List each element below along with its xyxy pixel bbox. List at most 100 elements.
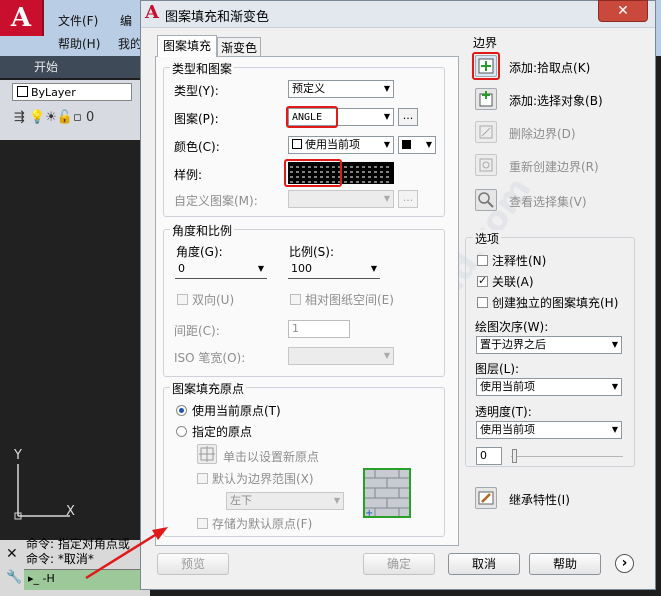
- scale-combo[interactable]: 100 ▼: [288, 261, 380, 279]
- tab-gradient[interactable]: 渐变色: [217, 37, 261, 57]
- select-objects-icon: [479, 91, 493, 107]
- bg-color-combo[interactable]: ▼: [398, 136, 436, 154]
- use-current-origin-label: 使用当前原点(T): [192, 404, 281, 418]
- store-default-checkbox[interactable]: [197, 518, 208, 529]
- dialog-title: 图案填充和渐变色: [165, 10, 270, 25]
- pick-points-highlight: [472, 52, 500, 80]
- use-current-origin-radio[interactable]: [176, 405, 187, 416]
- angle-label: 角度(G):: [176, 245, 223, 259]
- inherit-properties-label: 继承特性(I): [509, 493, 570, 507]
- extent-combo[interactable]: 左下 ▼: [226, 492, 344, 510]
- menu-other[interactable]: 我的: [118, 35, 142, 52]
- brick-preview-icon: +: [363, 468, 411, 518]
- command-history-line: 命令: *取消*: [26, 552, 94, 566]
- pick-points-label: 添加:拾取点(K): [509, 61, 591, 75]
- options-title: 选项: [473, 230, 502, 247]
- remove-boundary-label: 删除边界(D): [509, 127, 576, 141]
- brush-icon: [478, 491, 494, 505]
- menu-file[interactable]: 文件(F): [58, 12, 98, 29]
- chevron-down-icon: ▼: [333, 496, 340, 505]
- pattern-browse-button[interactable]: ...: [398, 108, 418, 126]
- pattern-highlight: [286, 106, 338, 128]
- swatch-label: 样例:: [174, 168, 203, 182]
- default-extent-checkbox[interactable]: [197, 473, 208, 484]
- annotative-label: 注释性(N): [492, 254, 547, 268]
- draw-order-label: 绘图次序(W):: [475, 320, 549, 334]
- draw-order-value: 置于边界之后: [480, 338, 546, 351]
- select-objects-label: 添加:选择对象(B): [509, 94, 603, 108]
- ucs-x-label: X: [66, 504, 75, 519]
- cancel-button[interactable]: 取消: [448, 553, 520, 575]
- type-label: 类型(Y):: [174, 84, 219, 98]
- color-swatch-icon: [292, 139, 302, 149]
- menu-help[interactable]: 帮助(H): [58, 35, 100, 52]
- spacing-label: 间距(C):: [174, 324, 220, 338]
- layer-state-icons[interactable]: ⇶ 💡☀🔓▫ 0: [14, 110, 94, 125]
- custom-pattern-combo[interactable]: ▼: [288, 190, 394, 208]
- chevron-down-icon: ▼: [383, 194, 390, 203]
- transparency-value: 使用当前项: [480, 423, 535, 436]
- layer-combo[interactable]: 使用当前项 ▼: [476, 378, 622, 396]
- angle-combo[interactable]: 0 ▼: [175, 261, 267, 279]
- layer-label: 图层(L):: [475, 362, 520, 376]
- magnifier-icon: [478, 192, 494, 208]
- recreate-boundary-icon: [479, 158, 493, 172]
- color-combo[interactable]: 使用当前项 ▼: [288, 136, 394, 154]
- menu-edit[interactable]: 编: [120, 12, 132, 29]
- spacing-value: 1: [292, 322, 299, 335]
- black-swatch-icon: [402, 140, 411, 149]
- spacing-input[interactable]: 1: [288, 320, 350, 338]
- chevron-down-icon: ▼: [611, 425, 618, 434]
- iso-pen-combo[interactable]: ▼: [288, 347, 394, 365]
- specified-origin-radio[interactable]: [176, 426, 187, 437]
- iso-pen-label: ISO 笔宽(O):: [174, 351, 246, 365]
- prompt-icon: ▸_: [28, 572, 40, 585]
- group-title: 角度和比例: [170, 222, 235, 239]
- independent-hatch-checkbox[interactable]: [477, 297, 488, 308]
- transparency-number[interactable]: 0: [476, 447, 502, 465]
- relative-paper-label: 相对图纸空间(E): [305, 293, 394, 307]
- draw-order-combo[interactable]: 置于边界之后 ▼: [476, 336, 622, 354]
- close-icon[interactable]: ✕: [6, 546, 18, 562]
- recreate-boundary-button[interactable]: [475, 154, 497, 176]
- associative-checkbox[interactable]: [477, 274, 488, 287]
- view-selection-label: 查看选择集(V): [509, 195, 587, 209]
- autocad-logo-icon: A: [145, 2, 159, 23]
- double-label: 双向(U): [192, 293, 235, 307]
- wrench-icon[interactable]: 🔧: [6, 570, 22, 585]
- view-selection-button[interactable]: [475, 189, 497, 211]
- specified-origin-label: 指定的原点: [192, 425, 253, 439]
- transparency-slider-track[interactable]: [511, 456, 623, 457]
- type-combo[interactable]: 预定义 ▼: [288, 80, 394, 98]
- click-set-origin-label: 单击以设置新原点: [223, 450, 320, 464]
- select-objects-button[interactable]: [475, 88, 497, 110]
- autocad-logo[interactable]: A: [0, 0, 44, 36]
- close-button[interactable]: ✕: [598, 0, 648, 22]
- chevron-down-icon: ▼: [425, 140, 432, 149]
- custom-pattern-label: 自定义图案(M):: [174, 194, 258, 208]
- help-button[interactable]: 帮助: [529, 553, 601, 575]
- linetype-combo[interactable]: ByLayer: [12, 83, 132, 101]
- independent-hatch-label: 创建独立的图案填充(H): [492, 296, 619, 310]
- relative-paper-checkbox[interactable]: [290, 294, 301, 305]
- transparency-combo[interactable]: 使用当前项 ▼: [476, 421, 622, 439]
- double-checkbox[interactable]: [177, 294, 188, 305]
- set-origin-button[interactable]: [197, 444, 217, 464]
- chevron-down-icon: ▼: [383, 84, 390, 93]
- color-box-icon: [17, 86, 28, 97]
- chevron-down-icon: ▼: [611, 340, 618, 349]
- ok-button[interactable]: 确定: [363, 553, 435, 575]
- preview-button[interactable]: 预览: [157, 553, 229, 575]
- store-default-label: 存储为默认原点(F): [212, 517, 313, 531]
- ucs-icon: [14, 464, 70, 520]
- tab-start[interactable]: 开始: [34, 58, 58, 75]
- transparency-slider-thumb[interactable]: [512, 449, 517, 463]
- remove-boundary-button[interactable]: [475, 121, 497, 143]
- custom-browse-button[interactable]: ...: [398, 190, 418, 208]
- inherit-properties-button[interactable]: [475, 487, 497, 509]
- tab-hatch[interactable]: 图案填充: [157, 35, 217, 57]
- remove-boundary-icon: [479, 125, 493, 139]
- annotative-checkbox[interactable]: [477, 255, 488, 266]
- more-options-button[interactable]: ›: [615, 554, 634, 573]
- svg-text:+: +: [365, 508, 373, 518]
